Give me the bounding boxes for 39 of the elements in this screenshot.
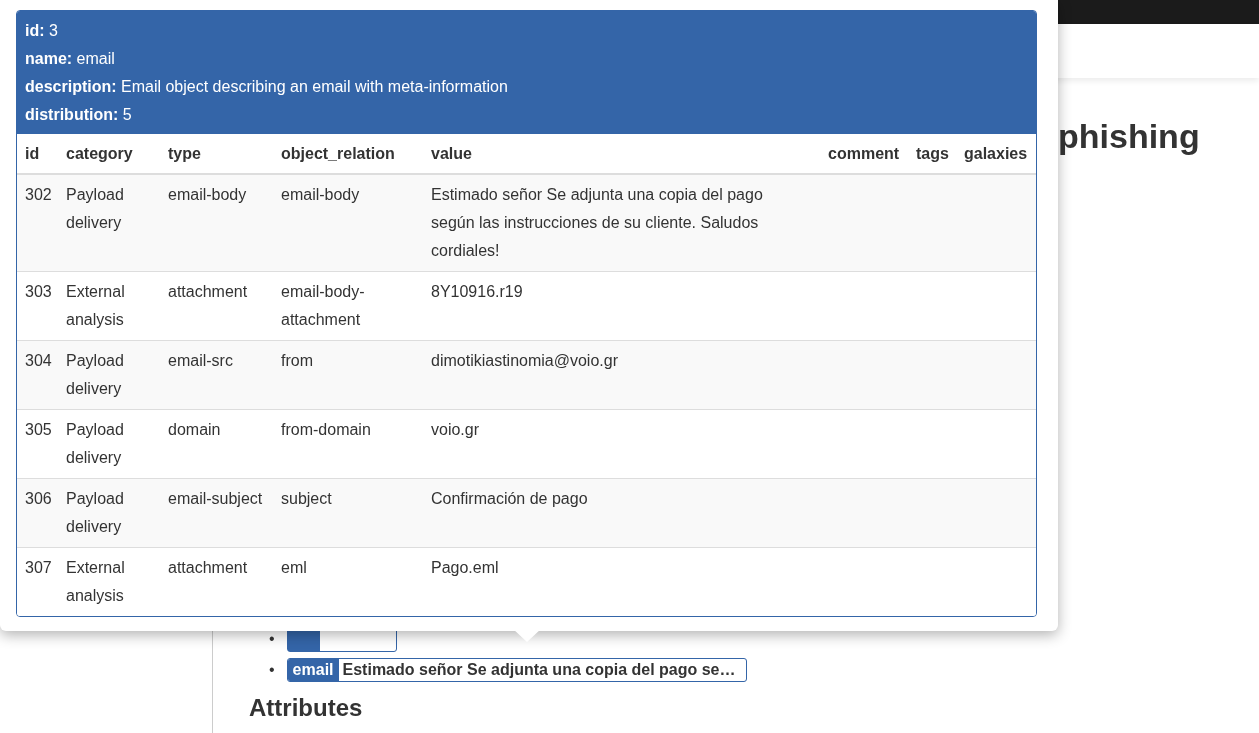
table-cell: dimotikiastinomia@voio.gr	[423, 340, 820, 410]
table-cell: email-body	[160, 174, 273, 272]
list-bullet: •	[269, 629, 275, 649]
table-cell: email-body	[273, 174, 423, 272]
table-cell: email-subject	[160, 478, 273, 548]
table-cell: Payload delivery	[58, 340, 160, 410]
table-cell: 305	[17, 409, 58, 479]
table-cell: from	[273, 340, 423, 410]
table-cell: 307	[17, 547, 58, 616]
table-cell: Payload delivery	[58, 174, 160, 272]
table-cell: Estimado señor Se adjunta una copia del pago según las instrucciones de su cliente. Saludos cordiales!	[423, 174, 820, 272]
object-tag[interactable]: email Estimado señor Se adjunta una copia del pago se…	[286, 658, 747, 682]
table-cell: email-src	[160, 340, 273, 410]
table-cell: 306	[17, 478, 58, 548]
table-cell: External analysis	[58, 271, 160, 341]
table-cell: domain	[160, 409, 273, 479]
table-cell: email-body-attachment	[273, 271, 423, 341]
table-cell: attachment	[160, 271, 273, 341]
table-cell: subject	[273, 478, 423, 548]
object-field: distribution: 5	[25, 101, 1028, 129]
table-cell: voio.gr	[423, 409, 820, 479]
list-bullet: •	[269, 660, 275, 680]
table-cell: 303	[17, 271, 58, 341]
table-cell: 304	[17, 340, 58, 410]
section-title: Attributes	[249, 694, 364, 722]
object-field: name: email	[25, 45, 1028, 73]
object-field: description: Email object describing an email with meta-information	[25, 73, 1028, 101]
object-field: id: 3	[25, 17, 1028, 45]
table-cell: eml	[273, 547, 423, 616]
table-cell: Pago.eml	[423, 547, 820, 616]
table-cell: attachment	[160, 547, 273, 616]
table-cell: from-domain	[273, 409, 423, 479]
table-cell: 8Y10916.r19	[423, 271, 820, 341]
table-cell: Confirmación de pago	[423, 478, 820, 548]
table-cell: 302	[17, 174, 58, 272]
table-cell: External analysis	[58, 547, 160, 616]
table-cell: Payload delivery	[58, 478, 160, 548]
page-title: phishing	[1058, 116, 1201, 156]
table-cell: Payload delivery	[58, 409, 160, 479]
